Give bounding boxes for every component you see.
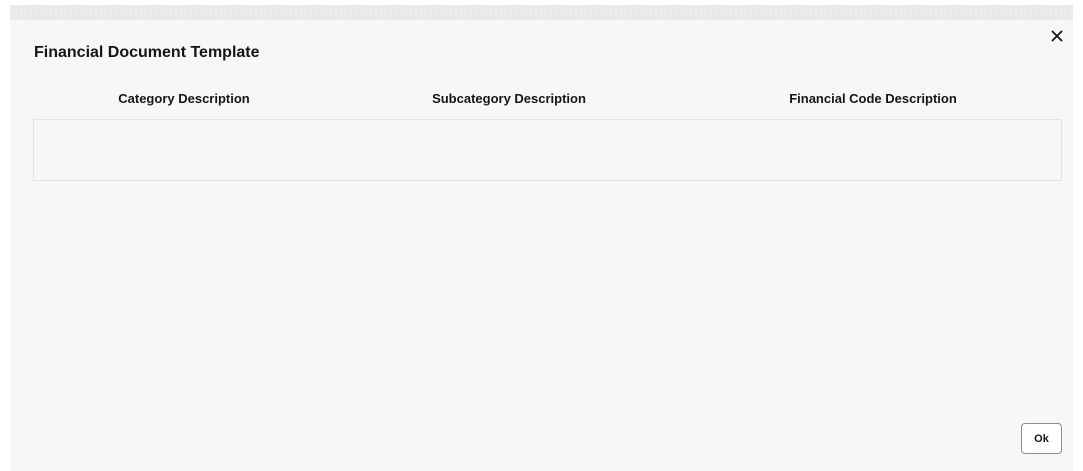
column-header-financial-code-description[interactable]: Financial Code Description: [789, 91, 957, 106]
column-header-category-description[interactable]: Category Description: [118, 91, 249, 106]
close-icon: [1051, 30, 1063, 42]
column-header-subcategory-description[interactable]: Subcategory Description: [432, 91, 586, 106]
financial-document-template-dialog: Financial Document Template Category Des…: [10, 20, 1073, 471]
ok-button[interactable]: Ok: [1021, 423, 1062, 454]
dialog-title: Financial Document Template: [34, 44, 260, 61]
table-body-empty: [33, 119, 1062, 181]
close-button[interactable]: [1047, 26, 1067, 46]
